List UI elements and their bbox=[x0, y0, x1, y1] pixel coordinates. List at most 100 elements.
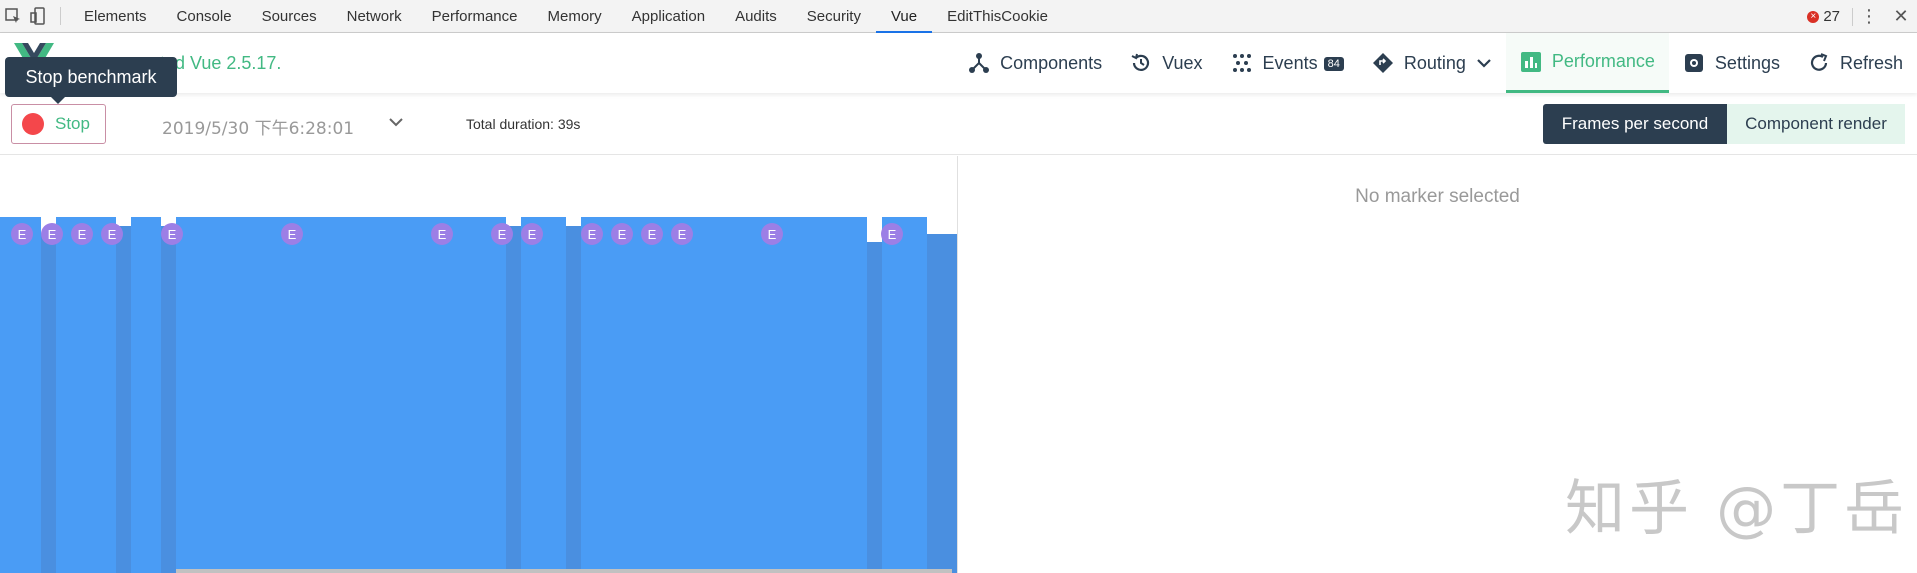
device-toolbar-icon[interactable] bbox=[26, 0, 52, 33]
devtools-tab-memory[interactable]: Memory bbox=[533, 0, 617, 33]
chart-scrollbar[interactable] bbox=[176, 569, 952, 573]
devtools-tab-sources[interactable]: Sources bbox=[247, 0, 332, 33]
routing-icon bbox=[1372, 52, 1394, 74]
fps-bar bbox=[131, 217, 161, 573]
devtools-tab-application[interactable]: Application bbox=[617, 0, 720, 33]
nav-label: Refresh bbox=[1839, 52, 1903, 73]
total-duration: Total duration: 39s bbox=[466, 116, 581, 132]
error-counter[interactable]: × 27 bbox=[1807, 8, 1840, 25]
close-icon[interactable]: ✕ bbox=[1885, 6, 1917, 27]
more-menu-icon[interactable]: ⋮ bbox=[1853, 6, 1885, 27]
nav-settings[interactable]: Settings bbox=[1669, 33, 1794, 93]
nav-label: Events bbox=[1262, 52, 1318, 73]
devtools-tab-audits[interactable]: Audits bbox=[720, 0, 792, 33]
event-marker[interactable]: E bbox=[761, 223, 783, 245]
event-marker-label: E bbox=[618, 227, 627, 242]
devtools-tabs: Elements Console Sources Network Performance… bbox=[69, 0, 1063, 33]
stop-button[interactable]: Stop bbox=[11, 104, 106, 144]
fps-bar bbox=[506, 226, 521, 573]
event-marker-label: E bbox=[678, 227, 687, 242]
event-marker-label: E bbox=[18, 227, 27, 242]
nav-performance[interactable]: Performance bbox=[1505, 33, 1669, 93]
benchmark-date[interactable]: 2019/5/30 下午6:28:01 bbox=[162, 114, 354, 139]
watermark: 知乎 @丁岳 bbox=[1565, 474, 1909, 544]
fps-bar bbox=[521, 217, 566, 573]
settings-icon bbox=[1683, 52, 1705, 74]
stop-benchmark-tooltip: Stop benchmark bbox=[5, 57, 177, 104]
event-marker-label: E bbox=[888, 227, 897, 242]
event-marker-label: E bbox=[768, 227, 777, 242]
devtools-tab-editthiscookie[interactable]: EditThisCookie bbox=[932, 0, 1063, 33]
nav-label: Routing bbox=[1403, 52, 1466, 73]
nav-components[interactable]: Components bbox=[954, 33, 1116, 93]
nav-label: Settings bbox=[1714, 52, 1780, 73]
devtools-tab-network[interactable]: Network bbox=[332, 0, 417, 33]
devtools-tab-console[interactable]: Console bbox=[162, 0, 247, 33]
event-marker-label: E bbox=[78, 227, 87, 242]
fps-bar bbox=[566, 226, 581, 573]
fps-mode-button[interactable]: Frames per second bbox=[1543, 104, 1727, 144]
record-icon bbox=[22, 113, 44, 135]
devtools-tab-elements[interactable]: Elements bbox=[69, 0, 162, 33]
event-marker[interactable]: E bbox=[161, 223, 183, 245]
fps-bar bbox=[41, 234, 56, 573]
nav-vuex[interactable]: Vuex bbox=[1116, 33, 1216, 93]
fps-bar bbox=[581, 217, 867, 573]
stop-label: Stop bbox=[55, 114, 90, 133]
event-marker[interactable]: E bbox=[431, 223, 453, 245]
events-icon bbox=[1231, 52, 1253, 74]
event-marker[interactable]: E bbox=[611, 223, 633, 245]
inspect-icon[interactable] bbox=[0, 0, 26, 33]
event-marker[interactable]: E bbox=[581, 223, 603, 245]
fps-bar bbox=[161, 226, 176, 573]
event-marker[interactable]: E bbox=[521, 223, 543, 245]
fps-bar bbox=[927, 234, 957, 573]
mode-switch: Frames per second Component render bbox=[1543, 104, 1905, 144]
nav-label: Components bbox=[1000, 52, 1103, 73]
main-nav: Components Vuex Events 84 Routing Performance… bbox=[954, 33, 1917, 93]
devtools-tab-performance[interactable]: Performance bbox=[417, 0, 533, 33]
no-marker-text: No marker selected bbox=[1355, 186, 1520, 207]
event-marker[interactable]: E bbox=[491, 223, 513, 245]
event-marker-label: E bbox=[108, 227, 117, 242]
event-marker-label: E bbox=[48, 227, 57, 242]
event-marker[interactable]: E bbox=[101, 223, 123, 245]
event-marker-label: E bbox=[168, 227, 177, 242]
fps-bar bbox=[867, 242, 882, 573]
event-marker[interactable]: E bbox=[11, 223, 33, 245]
fps-bar bbox=[176, 217, 506, 573]
history-icon bbox=[1130, 52, 1152, 74]
devtools-tab-security[interactable]: Security bbox=[792, 0, 876, 33]
event-marker[interactable]: E bbox=[641, 223, 663, 245]
devtools-tab-vue[interactable]: Vue bbox=[875, 0, 933, 33]
chevron-down-icon[interactable] bbox=[388, 114, 404, 135]
event-marker-label: E bbox=[288, 227, 297, 242]
event-marker[interactable]: E bbox=[671, 223, 693, 245]
chevron-down-icon bbox=[1476, 55, 1492, 71]
devtools-right: × 27 ⋮ ✕ bbox=[1807, 0, 1917, 33]
fps-chart[interactable]: EEEEEEEEEEEEEEE bbox=[0, 156, 957, 573]
nav-events[interactable]: Events 84 bbox=[1217, 33, 1358, 93]
event-marker-label: E bbox=[588, 227, 597, 242]
nav-label: Performance bbox=[1551, 51, 1655, 71]
event-marker-label: E bbox=[528, 227, 537, 242]
component-render-mode-button[interactable]: Component render bbox=[1727, 104, 1905, 144]
event-marker[interactable]: E bbox=[71, 223, 93, 245]
error-count: 27 bbox=[1823, 8, 1840, 25]
event-marker[interactable]: E bbox=[41, 223, 63, 245]
nav-refresh[interactable]: Refresh bbox=[1794, 33, 1917, 93]
toolbar-divider bbox=[60, 7, 61, 25]
error-icon: × bbox=[1807, 10, 1820, 23]
nav-routing[interactable]: Routing bbox=[1358, 33, 1506, 93]
fps-bar bbox=[116, 226, 131, 573]
devtools-tab-bar: Elements Console Sources Network Performance… bbox=[0, 0, 1917, 33]
events-count-badge: 84 bbox=[1323, 57, 1344, 71]
performance-icon bbox=[1520, 51, 1542, 73]
nav-label: Vuex bbox=[1162, 52, 1203, 73]
fps-bar bbox=[0, 217, 41, 573]
event-marker[interactable]: E bbox=[281, 223, 303, 245]
event-marker-label: E bbox=[498, 227, 507, 242]
fps-bar bbox=[56, 217, 116, 573]
event-marker[interactable]: E bbox=[881, 223, 903, 245]
performance-toolbar: Stop 2019/5/30 下午6:28:01 Total duration:… bbox=[0, 95, 1917, 155]
